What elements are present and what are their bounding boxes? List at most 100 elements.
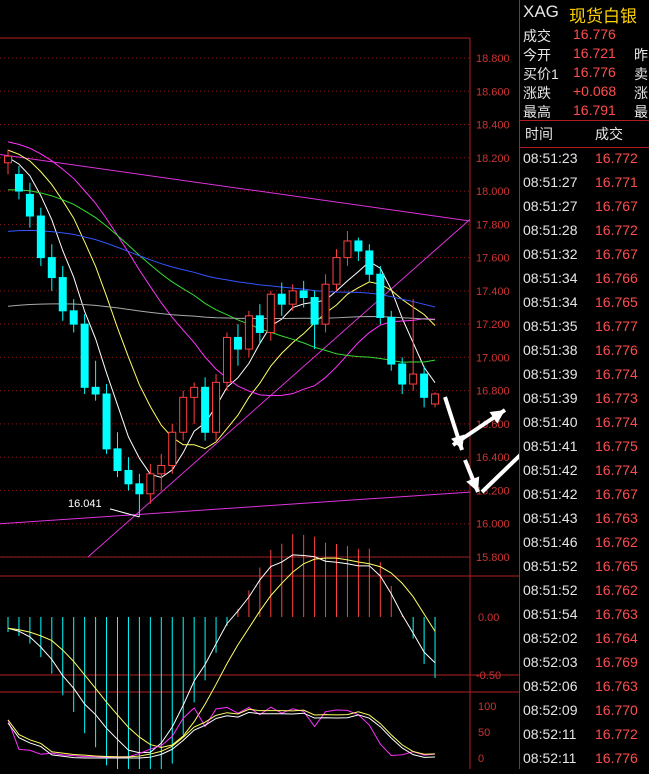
tick-time: 08:52:09: [523, 702, 578, 718]
tick-time: 08:51:52: [523, 558, 578, 574]
candle-body: [146, 473, 155, 495]
candle-body: [354, 240, 363, 252]
tick-price: 16.775: [595, 438, 638, 454]
tick-price: 16.767: [595, 198, 638, 214]
candle-body: [190, 386, 199, 398]
tick-time: 08:51:54: [523, 606, 578, 622]
tick-row: 08:51:42 16.774: [520, 462, 649, 486]
tick-row: 08:51:52 16.765: [520, 558, 649, 582]
candle-body: [266, 293, 275, 333]
candle-body: [36, 215, 45, 259]
tick-row: 08:51:35 16.777: [520, 318, 649, 342]
tick-header-price: 成交: [595, 126, 623, 142]
quote-label: 最高: [523, 104, 551, 120]
quote-value: 16.721: [573, 45, 616, 61]
tick-price: 16.763: [595, 678, 638, 694]
symbol-name: 现货白银: [569, 7, 637, 26]
kdj-j-line: [7, 706, 436, 758]
moving-averages: [7, 141, 436, 479]
tick-time: 08:51:38: [523, 342, 578, 358]
tick-time: 08:51:32: [523, 246, 578, 262]
tick-row: 08:52:11 16.772: [520, 726, 649, 750]
candle-body: [135, 483, 144, 495]
candle-body: [233, 336, 242, 350]
symbol-code: XAG: [523, 2, 559, 21]
tick-price: 16.765: [595, 558, 638, 574]
tick-header: 时间 成交: [520, 120, 649, 148]
tick-time: 08:51:42: [523, 462, 578, 478]
price-tick-label: 18.200: [476, 153, 510, 165]
tick-row: 08:51:46 16.762: [520, 534, 649, 558]
tick-price: 16.769: [595, 654, 638, 670]
tick-price: 16.763: [595, 606, 638, 622]
tick-time: 08:51:35: [523, 318, 578, 334]
quote-value: 16.776: [573, 26, 616, 42]
candle-body: [277, 293, 286, 305]
price-tick-label: 15.800: [476, 552, 510, 564]
tick-row: 08:51:40 16.774: [520, 414, 649, 438]
tick-time: 08:51:40: [523, 414, 578, 430]
kdj-k-line: [7, 711, 436, 759]
candle-body: [58, 277, 67, 312]
candle-body: [310, 297, 319, 325]
candle-body: [201, 386, 210, 433]
tick-row: 08:51:38 16.776: [520, 342, 649, 366]
quote-value: 16.776: [573, 64, 616, 80]
quote-label: 成交: [523, 28, 551, 44]
quote-value: +0.068: [573, 83, 617, 99]
tick-time: 08:51:28: [523, 222, 578, 238]
tick-price: 16.774: [595, 366, 638, 382]
tick-row: 08:52:03 16.769: [520, 654, 649, 678]
tick-row: 08:51:52 16.762: [520, 582, 649, 606]
candle-body: [179, 396, 188, 433]
candle-body: [321, 283, 330, 325]
quote-extra: 最: [634, 104, 648, 120]
price-tick-label: 17.200: [476, 319, 510, 331]
candle-body: [420, 373, 429, 398]
tick-time: 08:52:11: [523, 726, 577, 742]
candle-body: [25, 193, 34, 217]
kdj-axis-label: 50: [478, 727, 490, 739]
tick-price: 16.772: [595, 726, 638, 742]
tick-price: 16.773: [595, 390, 638, 406]
price-tick-label: 18.600: [476, 86, 510, 98]
annotations: 16.041: [68, 396, 519, 518]
tick-price: 16.762: [595, 582, 638, 598]
tick-price: 16.774: [595, 414, 638, 430]
tick-time: 08:51:43: [523, 510, 578, 526]
tick-row: 08:51:39 16.773: [520, 390, 649, 414]
tick-time: 08:51:42: [523, 486, 578, 502]
tick-header-time: 时间: [525, 126, 553, 142]
quote-row: 成交 16.776: [520, 26, 649, 45]
tick-row: 08:52:06 16.763: [520, 678, 649, 702]
tick-time: 08:51:27: [523, 198, 578, 214]
kdj-axis-label: 0: [478, 753, 484, 765]
candle-body: [14, 173, 23, 192]
quote-panel: XAG 现货白银 成交 16.776 今开 16.721 昨买价1 16.776 卖涨跌 +0…: [519, 0, 649, 769]
quote-value: 16.791: [573, 102, 616, 118]
tick-price: 16.766: [595, 270, 638, 286]
tick-row: 08:52:11 16.776: [520, 750, 649, 774]
tick-time: 08:51:52: [523, 582, 578, 598]
tick-price: 16.767: [595, 486, 638, 502]
tick-time: 08:52:03: [523, 654, 578, 670]
price-chart[interactable]: 18.800 18.600 18.400 18.200 18.000 17.800 17.6…: [0, 0, 519, 769]
chart-frames: [0, 37, 519, 769]
tick-row: 08:51:27 16.771: [520, 174, 649, 198]
symbol-header: XAG 现货白银: [520, 0, 649, 26]
candle-body: [376, 273, 385, 318]
tick-row: 08:51:32 16.767: [520, 246, 649, 270]
candle-body: [398, 363, 407, 385]
tick-row: 08:51:54 16.763: [520, 606, 649, 630]
candlesticks: [4, 149, 440, 518]
tick-row: 08:51:43 16.763: [520, 510, 649, 534]
tick-price: 16.771: [595, 174, 638, 190]
tick-price: 16.776: [595, 342, 638, 358]
candle-body: [47, 257, 56, 279]
price-tick-label: 18.000: [476, 186, 510, 198]
tick-row: 08:51:41 16.775: [520, 438, 649, 462]
ma10-line: [7, 149, 436, 450]
tick-price: 16.770: [595, 702, 638, 718]
price-gridlines: [0, 57, 470, 558]
tick-row: 08:51:39 16.774: [520, 366, 649, 390]
